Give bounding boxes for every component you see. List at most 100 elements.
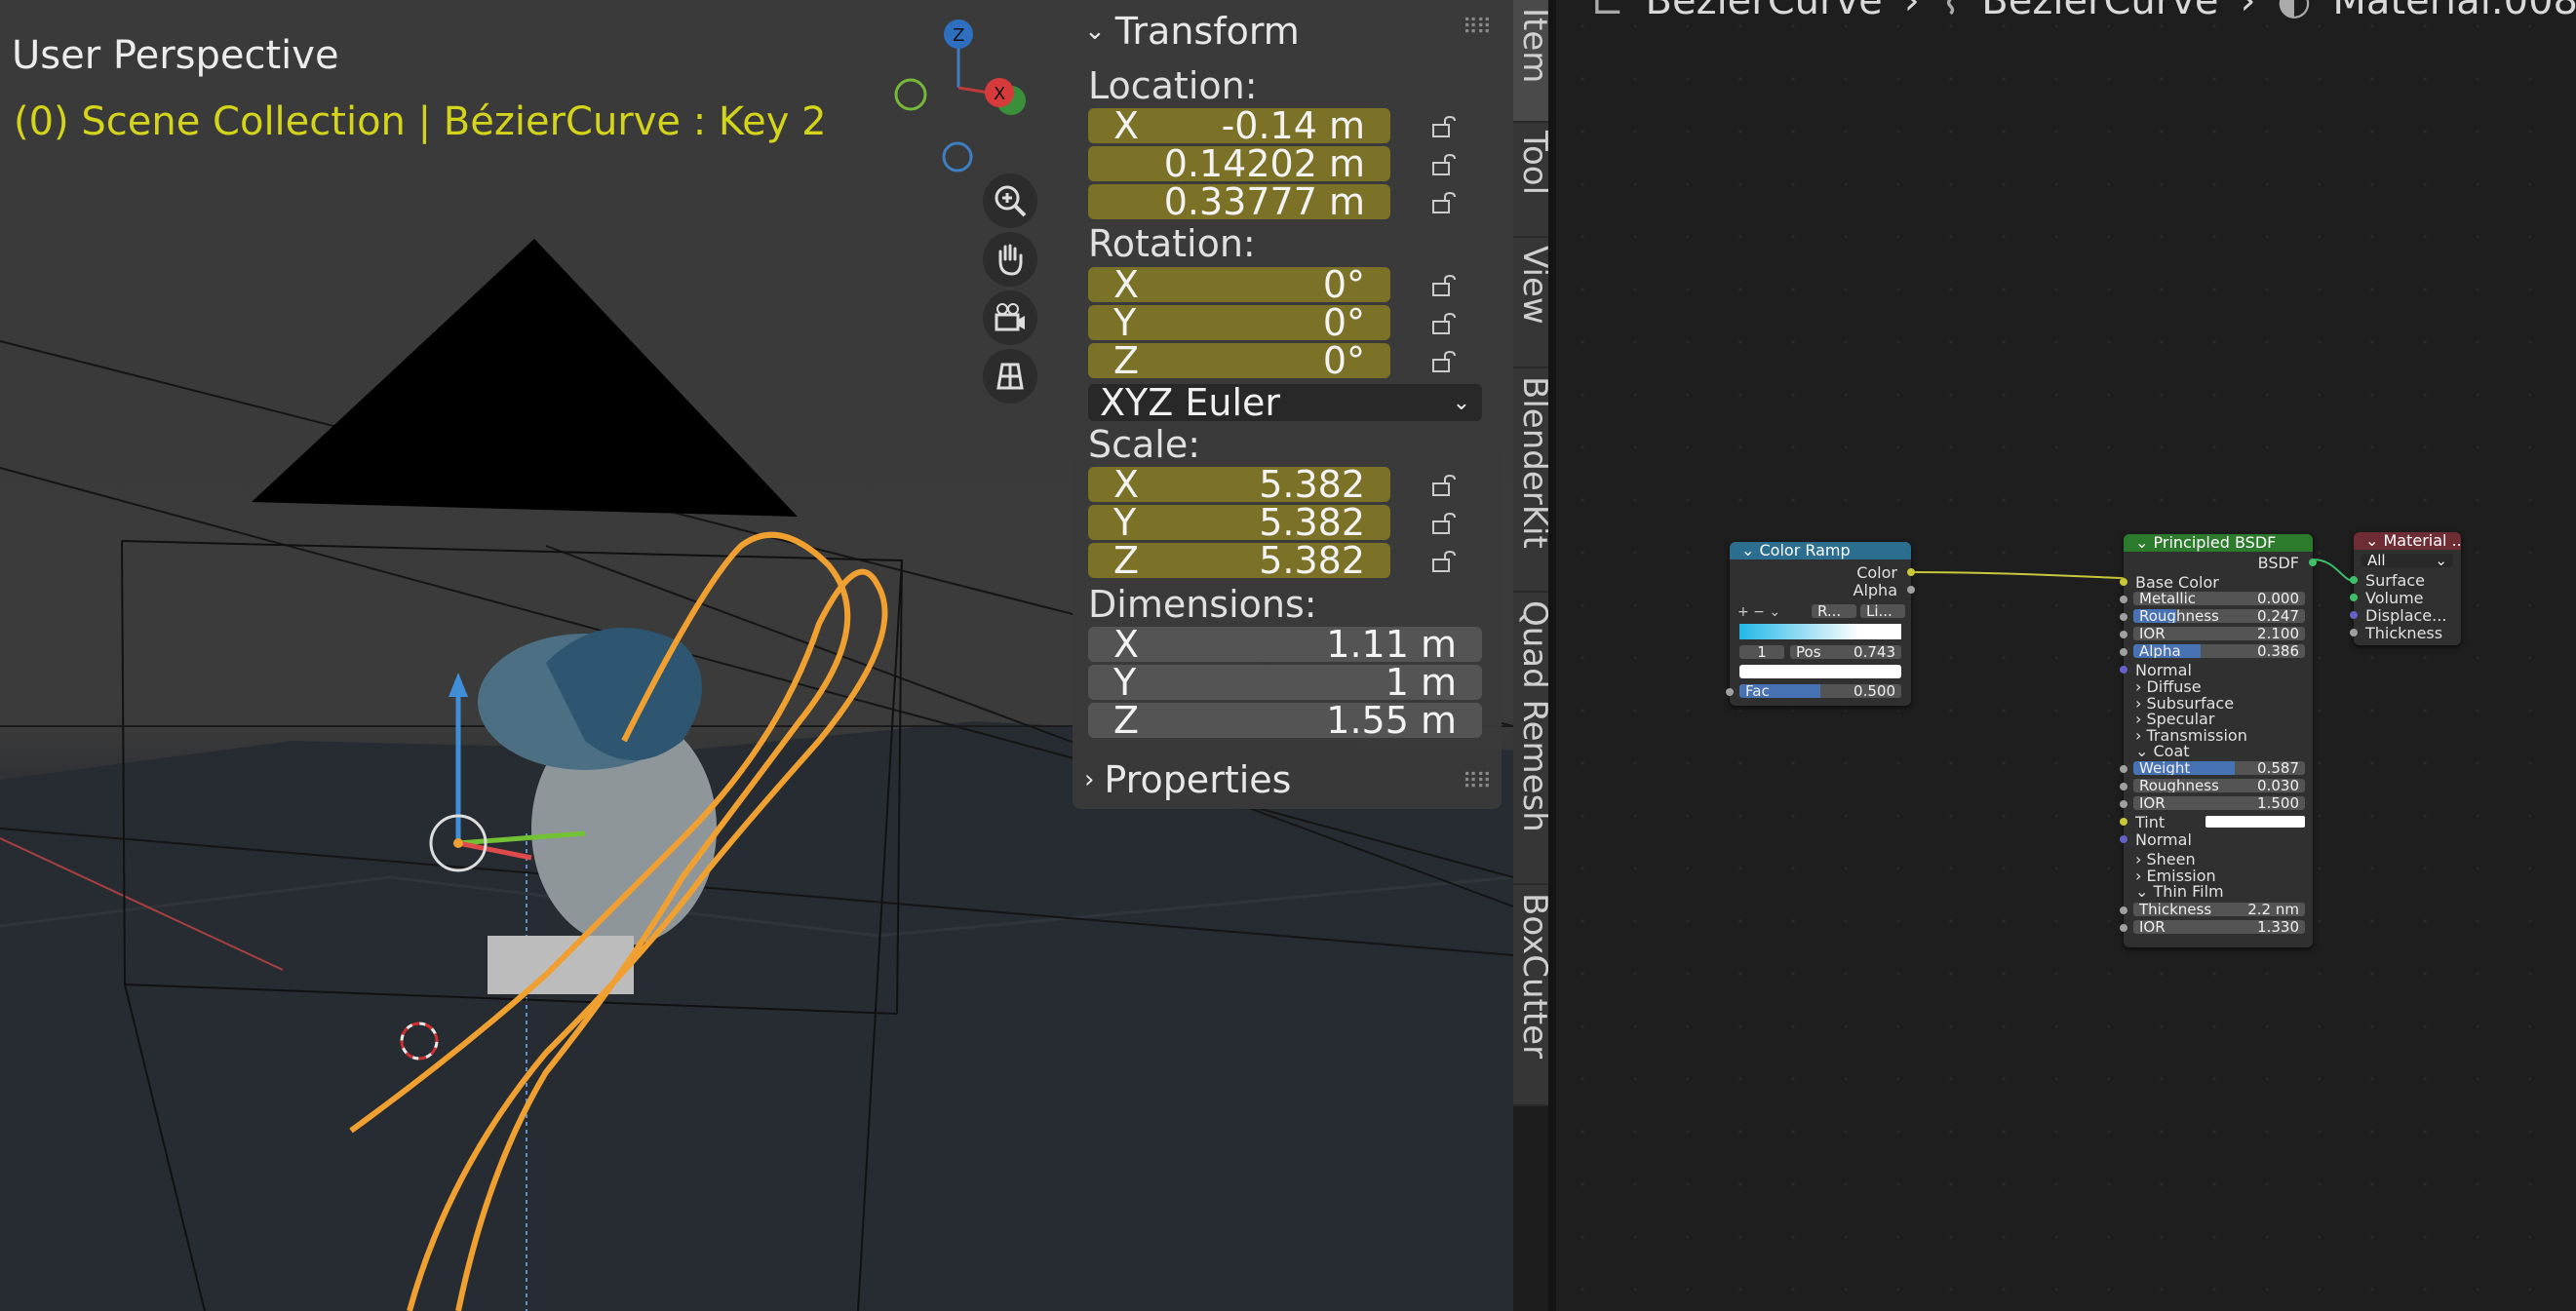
lock-icon[interactable] [1429, 311, 1459, 336]
rotation-mode-select[interactable]: XYZ Euler ⌄ [1088, 381, 1482, 424]
transform-header[interactable]: ⌄ Transform [1084, 10, 1300, 53]
output-color-socket[interactable] [1907, 568, 1915, 576]
scale-y-field[interactable]: Y 5.382 [1088, 501, 1390, 544]
gizmo-y-neg[interactable] [894, 78, 927, 111]
shader-node-editor[interactable]: ⊏ BézierCurve › ⌇ BézierCurve › ◐ Materi… [1556, 0, 2576, 1311]
3d-viewport[interactable]: User Perspective (0) Scene Collection | … [0, 0, 1513, 1311]
bsdf-link[interactable] [2312, 559, 2355, 582]
lock-icon[interactable] [1429, 190, 1459, 215]
drag-handle-icon[interactable]: ⠿⠿ [1463, 770, 1492, 794]
film-ior-field[interactable]: IOR 1.330 [2133, 920, 2305, 934]
dimensions-x-field[interactable]: X 1.11 m [1088, 623, 1482, 666]
field-value: 1.55 m [1326, 699, 1457, 742]
lock-icon[interactable] [1429, 152, 1459, 177]
properties-header[interactable]: › Properties [1084, 758, 1291, 801]
input-roughness-socket[interactable] [2120, 613, 2127, 621]
location-x-field[interactable]: X -0.14 m [1088, 104, 1390, 147]
location-z-field[interactable]: 0.33777 m [1088, 180, 1390, 223]
output-bsdf-socket[interactable] [2309, 559, 2317, 566]
color-ramp-header[interactable]: ⌄ Color Ramp [1730, 542, 1911, 559]
rotation-x-field[interactable]: X 0° [1088, 263, 1390, 306]
input-coat-weight-socket[interactable] [2120, 765, 2127, 773]
dimensions-y-field[interactable]: Y 1 m [1088, 661, 1482, 704]
input-metallic-socket[interactable] [2120, 596, 2127, 603]
input-alpha-socket[interactable] [2120, 648, 2127, 656]
tab-view[interactable]: View [1513, 238, 1554, 368]
location-y-field[interactable]: 0.14202 m [1088, 142, 1390, 185]
area-light[interactable] [252, 239, 798, 517]
pan-button[interactable] [983, 232, 1037, 287]
field-value: 5.382 [1259, 501, 1365, 544]
panel-coat[interactable]: ⌄ Coat [2135, 742, 2190, 760]
input-tint-socket[interactable] [2120, 818, 2127, 826]
input-thickness-socket[interactable] [2120, 906, 2127, 914]
coat-weight-field[interactable]: Weight 0.587 [2133, 761, 2305, 775]
lock-icon[interactable] [1429, 511, 1459, 536]
input-volume-socket[interactable] [2350, 594, 2358, 601]
input-coat-ior-socket[interactable] [2120, 800, 2127, 808]
rotation-y-field[interactable]: Y 0° [1088, 301, 1390, 344]
lock-icon[interactable] [1429, 549, 1459, 574]
tab-boxcutter[interactable]: BoxCutter [1513, 885, 1554, 1106]
gizmo-z-neg[interactable] [942, 141, 973, 173]
stop-pos-field[interactable]: Pos 0.743 [1790, 645, 1901, 659]
material-output-header[interactable]: ⌄ Material ... [2354, 532, 2461, 550]
interpolation-select[interactable]: Li... [1860, 604, 1905, 618]
tab-quad-remesh[interactable]: Quad Remesh [1513, 593, 1554, 885]
output-alpha-socket[interactable] [1907, 586, 1915, 594]
tab-tool[interactable]: Tool [1513, 123, 1554, 238]
camera-view-button[interactable] [983, 290, 1037, 345]
tab-item[interactable]: Item [1513, 0, 1554, 123]
thickness-field[interactable]: Thickness 2.2 nm [2133, 903, 2305, 916]
input-coat-roughness-socket[interactable] [2120, 783, 2127, 790]
input-surface-socket[interactable] [2350, 576, 2358, 584]
zoom-button[interactable] [983, 174, 1037, 228]
drag-handle-icon[interactable]: ⠿⠿ [1463, 16, 1492, 40]
navigation-gizmo[interactable]: Z X [878, 10, 1034, 185]
ramp-add-remove-icons[interactable]: + − ⌄ [1737, 604, 1780, 620]
coat-roughness-field[interactable]: Roughness 0.030 [2133, 779, 2305, 792]
color-ramp-gradient[interactable] [1739, 624, 1901, 639]
roughness-field[interactable]: Roughness 0.247 [2133, 609, 2305, 623]
ior-field[interactable]: IOR 2.100 [2133, 627, 2305, 640]
stop-index-field[interactable]: 1 [1739, 645, 1784, 659]
field-value: 1.11 m [1326, 623, 1457, 666]
material-output-node[interactable]: ⌄ Material ... All ⌄ Surface Volume Displ… [2350, 532, 2461, 645]
lock-icon[interactable] [1429, 114, 1459, 139]
input-base-color-socket[interactable] [2120, 578, 2127, 586]
gizmo-z-tip[interactable] [449, 673, 468, 697]
input-film-ior-socket[interactable] [2120, 924, 2127, 932]
color-link[interactable] [1910, 571, 2125, 579]
metallic-field[interactable]: Metallic 0.000 [2133, 592, 2305, 605]
perspective-toggle-button[interactable] [983, 349, 1037, 404]
area-divider[interactable] [1548, 0, 1556, 1311]
node-title: Color Ramp [1759, 542, 1851, 559]
stop-color-swatch[interactable] [1739, 665, 1901, 678]
input-fac-socket[interactable] [1726, 688, 1734, 696]
input-coat-normal-socket[interactable] [2120, 835, 2127, 843]
sidebar-panel[interactable]: ⌄ Transform ⠿⠿ Location: X -0.14 m 0.1420… [1073, 0, 1502, 809]
bsdf-header[interactable]: ⌄ Principled BSDF [2124, 534, 2313, 552]
tint-color-swatch[interactable] [2205, 816, 2305, 828]
alpha-field[interactable]: Alpha 0.386 [2133, 644, 2305, 658]
coat-ior-field[interactable]: IOR 1.500 [2133, 796, 2305, 810]
principled-bsdf-node[interactable]: ⌄ Principled BSDF BSDF Base Color Metall… [2120, 534, 2317, 947]
scale-z-field[interactable]: Z 5.382 [1088, 539, 1390, 582]
input-normal-socket[interactable] [2120, 666, 2127, 674]
input-ior-socket[interactable] [2120, 631, 2127, 638]
lock-icon[interactable] [1429, 273, 1459, 298]
color-mode-select[interactable]: R... [1812, 604, 1856, 618]
rotation-z-field[interactable]: Z 0° [1088, 339, 1390, 382]
input-thickness-socket[interactable] [2350, 629, 2358, 636]
scale-x-field[interactable]: X 5.382 [1088, 463, 1390, 506]
dimensions-z-field[interactable]: Z 1.55 m [1088, 699, 1482, 742]
output-target-select[interactable]: All ⌄ [2361, 554, 2453, 567]
tab-blenderkit[interactable]: BlenderKit [1513, 368, 1554, 593]
input-displacement-socket[interactable] [2350, 611, 2358, 619]
sidebar-tabs[interactable]: Item Tool View BlenderKit Quad Remesh Bo… [1513, 0, 1554, 1106]
lock-icon[interactable] [1429, 473, 1459, 498]
lock-icon[interactable] [1429, 349, 1459, 374]
fac-field[interactable]: Fac 0.500 [1739, 684, 1901, 698]
color-ramp-node[interactable]: ⌄ Color Ramp Color Alpha + − ⌄ R... Li..… [1726, 542, 1915, 706]
panel-thin-film[interactable]: ⌄ Thin Film [2135, 882, 2224, 901]
